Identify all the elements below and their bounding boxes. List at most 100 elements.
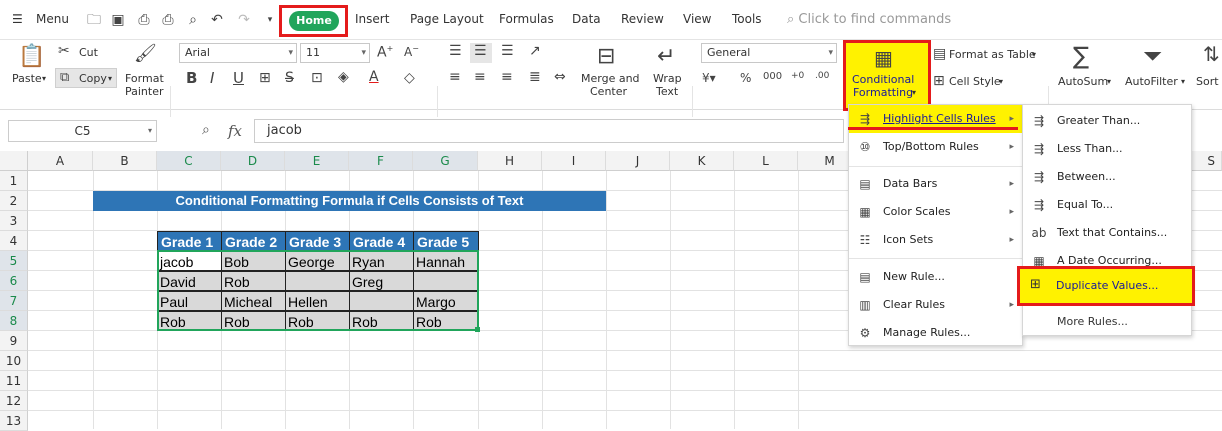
column-header[interactable]: C [157, 151, 221, 171]
select-all-corner[interactable] [0, 151, 28, 171]
column-header[interactable]: I [542, 151, 606, 171]
autofilter-button[interactable]: AutoFilter [1125, 76, 1178, 88]
format-painter-label-2[interactable]: Painter [125, 86, 164, 98]
tab-tools[interactable]: Tools [732, 12, 762, 26]
tab-insert[interactable]: Insert [355, 12, 389, 26]
decrease-decimal-icon[interactable]: .00 [815, 71, 829, 81]
fx-icon[interactable]: fx [228, 122, 242, 140]
decrease-font-icon[interactable]: A− [404, 44, 419, 59]
column-header[interactable]: A [28, 151, 93, 171]
cut-icon[interactable]: ✂ [58, 43, 70, 59]
row-header[interactable]: 2 [0, 191, 28, 211]
merge-center-icon[interactable]: ⊟ [597, 44, 615, 69]
copy-button[interactable]: Copy [79, 73, 107, 85]
row-header[interactable]: 1 [0, 171, 28, 191]
font-color-icon[interactable]: A [369, 69, 379, 85]
submenu-item-equal-to[interactable]: ⇶ Equal To... [1023, 191, 1191, 219]
paste-dropdown-icon[interactable]: ▾ [42, 73, 46, 85]
merge-center-label-2[interactable]: Center [590, 86, 627, 98]
autosum-button[interactable]: AutoSum [1058, 76, 1108, 88]
table-header-cell[interactable]: Grade 3 [285, 231, 350, 251]
tab-page-layout[interactable]: Page Layout [410, 12, 484, 26]
column-header[interactable]: G [413, 151, 478, 171]
column-header[interactable]: F [349, 151, 413, 171]
align-middle-icon[interactable]: ☰ [474, 43, 487, 59]
autosum-icon[interactable]: ∑ [1073, 42, 1089, 70]
distributed-icon[interactable]: ⇔ [554, 69, 566, 85]
submenu-item-more-rules[interactable]: More Rules... [1022, 308, 1192, 336]
submenu-item-between[interactable]: ⇶ Between... [1023, 163, 1191, 191]
row-header[interactable]: 6 [0, 271, 28, 291]
font-size-select[interactable]: 11 ▾ [300, 43, 370, 63]
column-header[interactable]: L [734, 151, 798, 171]
wrap-text-label-2[interactable]: Text [656, 86, 678, 98]
clear-format-icon[interactable]: ◇ [404, 70, 415, 86]
increase-decimal-icon[interactable]: +0 [791, 71, 804, 81]
row-header[interactable]: 7 [0, 291, 28, 311]
menu-item-manage-rules[interactable]: ⚙ Manage Rules... [849, 319, 1022, 347]
column-header[interactable]: E [285, 151, 349, 171]
cell-style-button[interactable]: Cell Style [949, 76, 1001, 88]
wrap-text-label-1[interactable]: Wrap [653, 73, 682, 85]
row-header[interactable]: 4 [0, 231, 28, 251]
menu-item-data-bars[interactable]: ▤ Data Bars ▸ [849, 170, 1022, 198]
number-format-select[interactable]: General ▾ [701, 43, 837, 63]
row-header[interactable]: 13 [0, 411, 28, 431]
wrap-text-icon[interactable]: ↵ [657, 44, 675, 69]
merge-center-label-1[interactable]: Merge and [581, 73, 640, 85]
menu-item-color-scales[interactable]: ▦ Color Scales ▸ [849, 198, 1022, 226]
tab-formulas[interactable]: Formulas [499, 12, 554, 26]
formula-input[interactable]: jacob [254, 119, 844, 143]
column-header[interactable]: J [606, 151, 670, 171]
align-center-icon[interactable]: ≡ [474, 69, 486, 85]
column-header[interactable]: B [93, 151, 157, 171]
hamburger-icon[interactable]: ☰ [12, 12, 23, 26]
tab-data[interactable]: Data [572, 12, 601, 26]
command-search[interactable]: ⌕ Click to find commands [787, 12, 951, 27]
increase-font-icon[interactable]: A+ [377, 44, 393, 61]
tab-review[interactable]: Review [621, 12, 664, 26]
table-header-cell[interactable]: Grade 2 [221, 231, 286, 251]
menu-item-icon-sets[interactable]: ☷ Icon Sets ▸ [849, 226, 1022, 254]
strikethrough-icon[interactable]: S̶ [285, 70, 294, 86]
font-name-select[interactable]: Arial ▾ [179, 43, 297, 63]
align-top-icon[interactable]: ☰ [449, 43, 462, 59]
redo-icon[interactable]: ↷ [236, 12, 252, 28]
row-header[interactable]: 5 [0, 251, 28, 271]
undo-icon[interactable]: ↶ [209, 12, 225, 28]
orientation-icon[interactable]: ↗ [529, 43, 541, 59]
filter-icon[interactable]: ⏷ [1143, 42, 1162, 70]
fill-handle[interactable] [475, 327, 480, 332]
menu-item-new-rule[interactable]: ▤ New Rule... [849, 263, 1022, 291]
sort-icon[interactable]: ⇅ [1203, 42, 1220, 66]
bold-icon[interactable]: B [186, 69, 197, 87]
sheet-title-cell[interactable]: Conditional Formatting Formula if Cells … [93, 191, 606, 211]
cut-button[interactable]: Cut [79, 47, 98, 59]
menu-item-clear-rules[interactable]: ▥ Clear Rules ▸ [849, 291, 1022, 319]
save-icon[interactable]: ▣ [110, 12, 126, 28]
format-table-icon[interactable]: ▤ [933, 46, 946, 62]
border-dropdown-icon[interactable]: ⊡ [311, 70, 323, 86]
format-as-table-button[interactable]: Format as Table [949, 49, 1036, 61]
justify-icon[interactable]: ≣ [529, 69, 541, 85]
format-painter-icon[interactable]: 🖌 [134, 43, 157, 64]
row-header[interactable]: 10 [0, 351, 28, 371]
print-preview-icon[interactable]: ⌕ [185, 12, 201, 28]
underline-icon[interactable]: U [233, 69, 244, 87]
print-icon[interactable]: ⎙ [160, 12, 176, 28]
open-folder-icon[interactable]: 🗀 [86, 12, 102, 28]
paste-icon[interactable]: 📋 [18, 44, 45, 70]
submenu-item-duplicate-values[interactable]: ⊞ Duplicate Values... [1017, 266, 1195, 306]
thousands-icon[interactable]: 000 [763, 71, 782, 82]
italic-icon[interactable]: I [210, 69, 214, 87]
copy-icon[interactable]: ⧉ [60, 70, 69, 85]
name-box[interactable]: C5 ▾ [8, 120, 157, 142]
submenu-item-greater-than[interactable]: ⇶ Greater Than... [1023, 107, 1191, 135]
table-header-cell[interactable]: Grade 1 [157, 231, 222, 251]
fill-color-icon[interactable]: ◈ [338, 69, 349, 85]
format-painter-label-1[interactable]: Format [125, 73, 164, 85]
menu-button[interactable]: Menu [36, 12, 69, 26]
border-icon[interactable]: ⊞ [259, 70, 271, 86]
export-pdf-icon[interactable]: ⎙ [136, 12, 152, 28]
align-bottom-icon[interactable]: ☰ [501, 43, 514, 59]
